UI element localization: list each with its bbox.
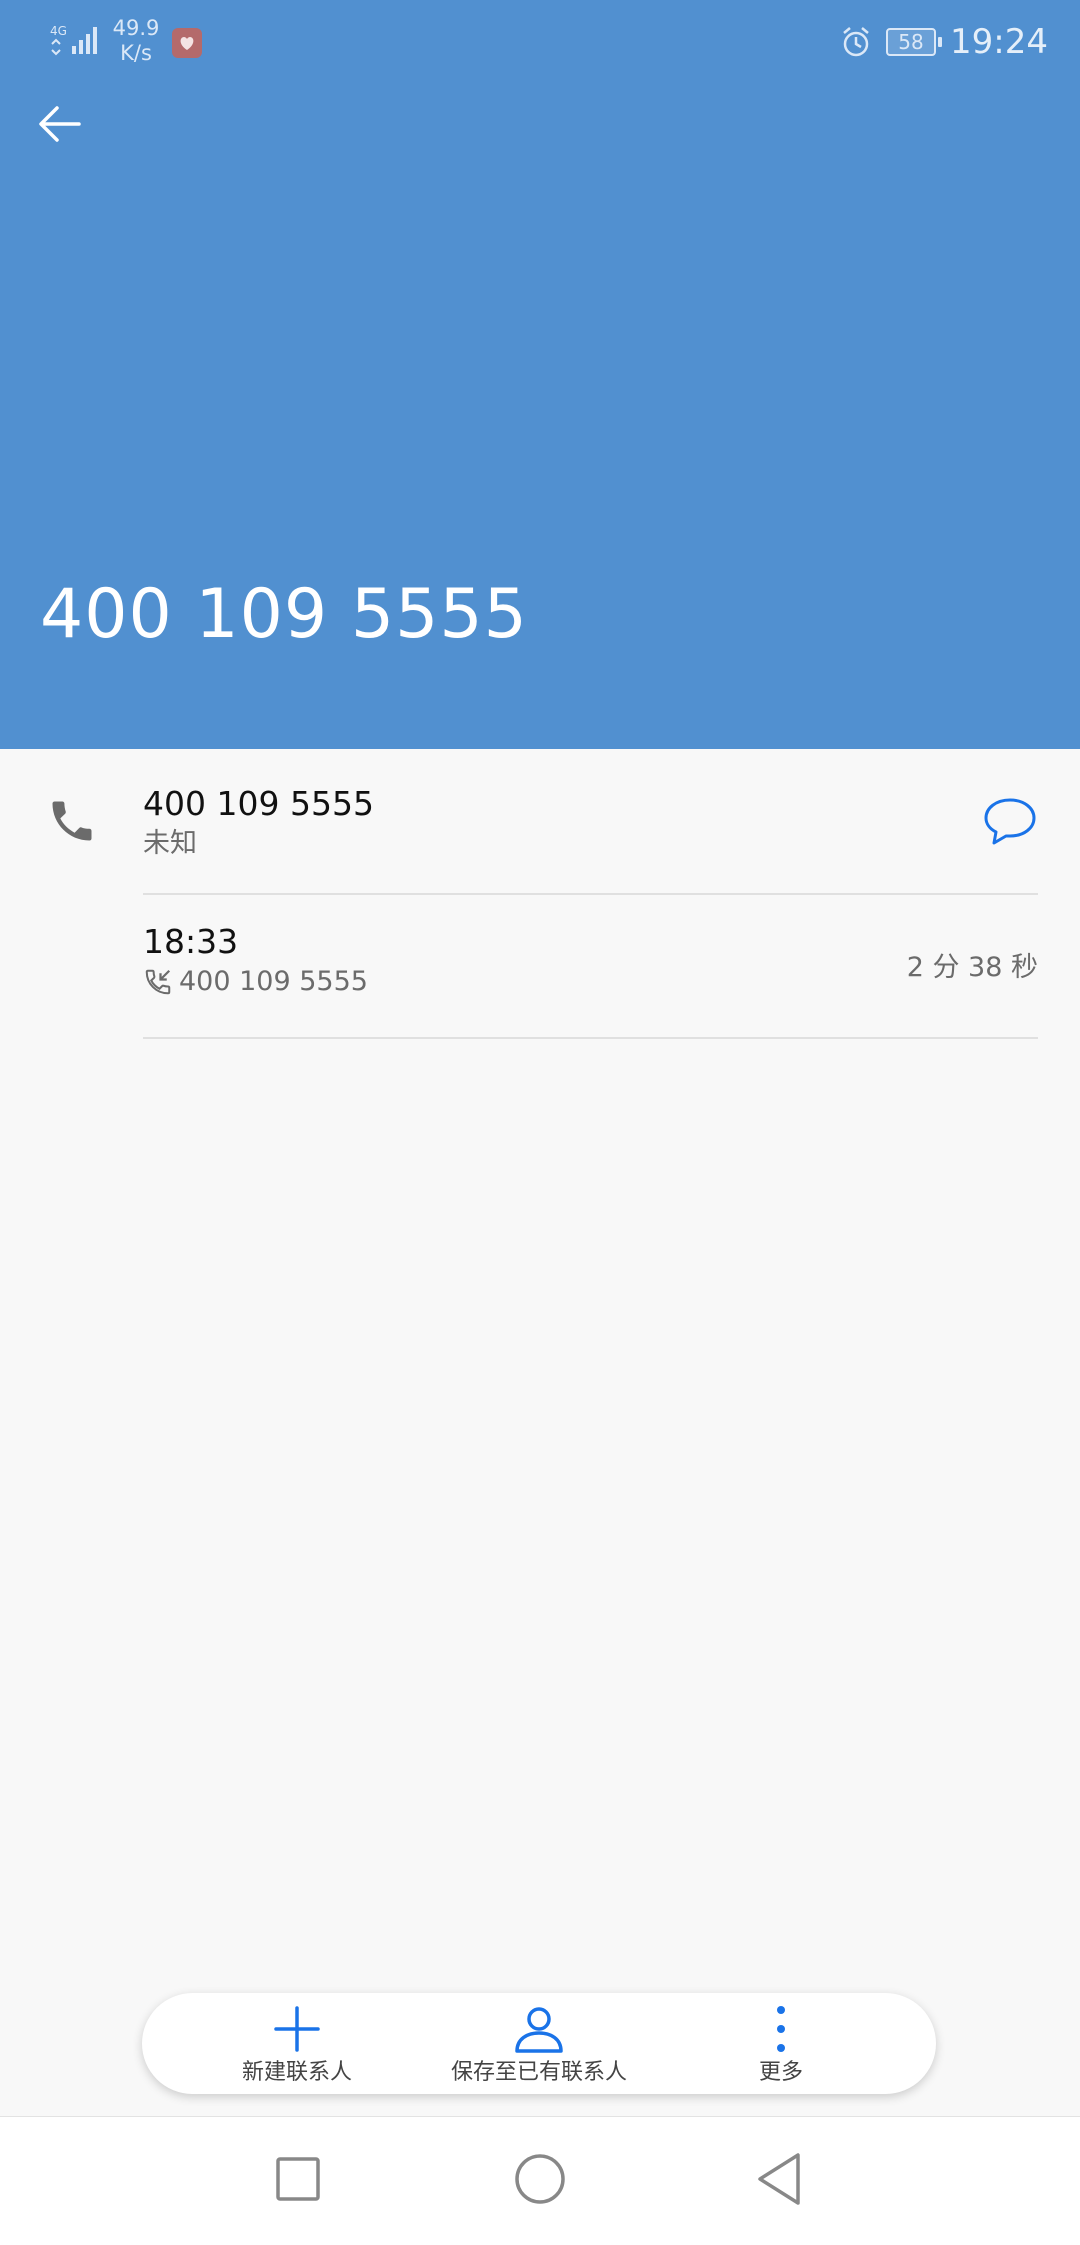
network-speed: 49.9 K/s [112, 16, 160, 66]
divider [143, 1037, 1038, 1039]
status-time: 19:24 [950, 22, 1048, 62]
alarm-icon [838, 24, 874, 64]
page-title: 400 109 5555 [40, 575, 528, 654]
call-number: 400 109 5555 [179, 966, 368, 997]
back-button[interactable] [20, 84, 100, 164]
speed-unit: K/s [120, 41, 152, 65]
incoming-call-icon [145, 969, 171, 995]
phone-icon [46, 795, 98, 851]
app-notification-icon [172, 28, 202, 58]
call-detail: 400 109 5555 [143, 964, 368, 1000]
battery-indicator: 58 [886, 28, 942, 56]
new-contact-button[interactable]: 新建联系人 [172, 1993, 422, 2094]
circle-icon [515, 2154, 565, 2204]
home-button[interactable] [500, 2139, 580, 2219]
divider [143, 893, 1038, 895]
signal-icon: 4G [48, 22, 104, 62]
more-vertical-icon [777, 2006, 785, 2052]
plus-icon [274, 2006, 320, 2052]
navigation-bar [0, 2116, 1080, 2245]
message-icon [984, 798, 1036, 845]
contact-number[interactable]: 400 109 5555 [143, 782, 374, 826]
status-bar: 4G 49.9 K/s 58 19:24 [0, 0, 1080, 84]
person-icon [515, 2007, 563, 2053]
more-label: 更多 [758, 2060, 803, 2085]
network-type: 4G [50, 24, 67, 38]
recent-apps-button[interactable] [258, 2139, 338, 2219]
save-to-existing-contact-label: 保存至已有联系人 [450, 2060, 627, 2085]
contact-location: 未知 [143, 828, 197, 859]
action-bar: 新建联系人 保存至已有联系人 更多 [142, 1993, 936, 2094]
speed-value: 49.9 [112, 16, 160, 40]
call-duration: 2 分 38 秒 [906, 952, 1038, 983]
header: 4G 49.9 K/s 58 19:24 400 109 5555 [0, 0, 1080, 749]
more-button[interactable]: 更多 [656, 1993, 906, 2094]
arrow-left-icon [39, 106, 81, 142]
new-contact-label: 新建联系人 [241, 2060, 352, 2085]
call-time: 18:33 [143, 922, 239, 961]
back-nav-button[interactable] [740, 2139, 820, 2219]
message-button[interactable] [972, 790, 1048, 854]
save-to-existing-contact-button[interactable]: 保存至已有联系人 [414, 1993, 664, 2094]
square-icon [276, 2157, 320, 2201]
triangle-back-icon [758, 2153, 800, 2205]
